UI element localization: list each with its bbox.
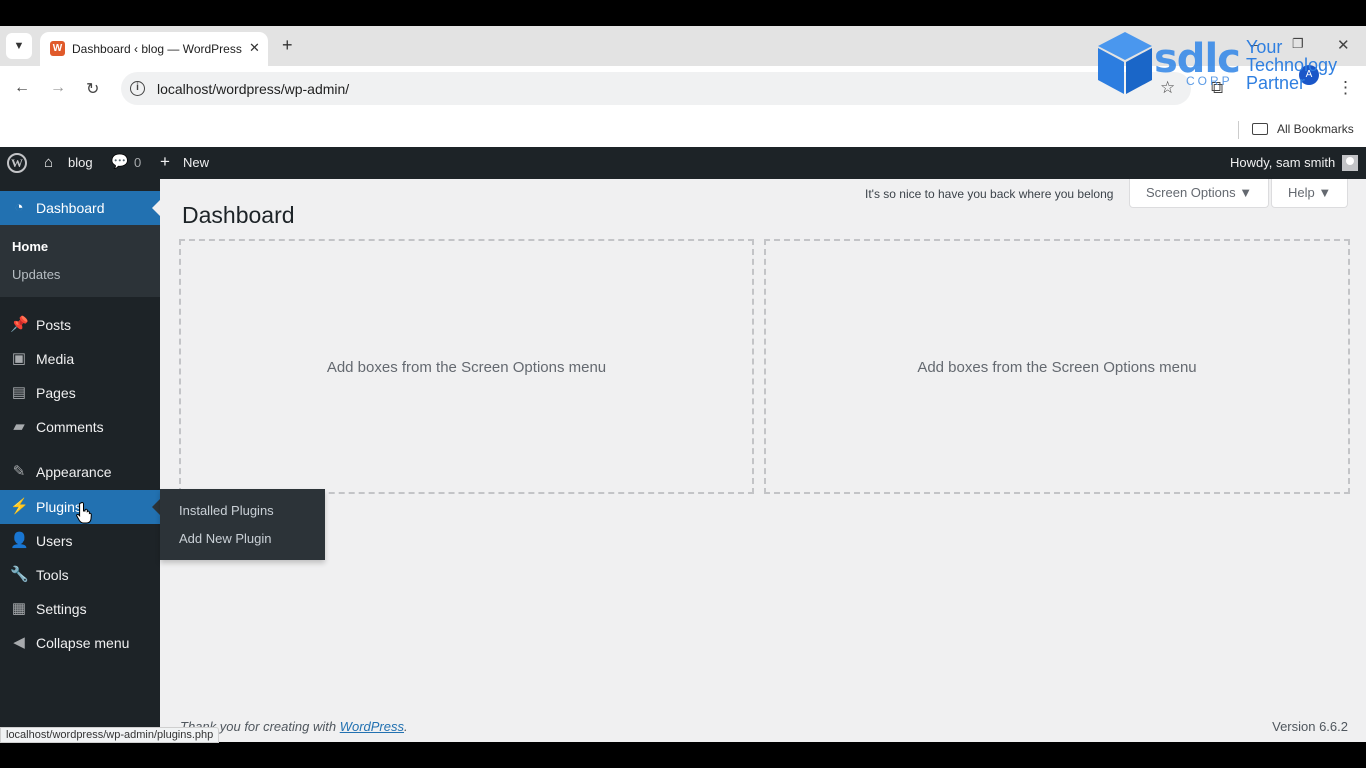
bookmarks-bar: All Bookmarks [0, 112, 1366, 147]
media-icon: ▣ [11, 350, 27, 367]
menu-comments[interactable]: ▰ Comments [0, 410, 160, 444]
menu-appearance[interactable]: ✎ Appearance [0, 455, 160, 489]
url-text[interactable]: localhost/wordpress/wp-admin/ [157, 81, 349, 97]
menu-collapse[interactable]: ◀ Collapse menu [0, 626, 160, 660]
collapse-icon: ◀ [13, 634, 25, 651]
plus-icon[interactable]: + [160, 152, 170, 172]
menu-posts[interactable]: 📌 Posts [0, 308, 160, 342]
menu-settings-label: Settings [36, 601, 87, 617]
user-icon: 👤 [10, 532, 29, 549]
wrench-icon: 🔧 [10, 566, 29, 583]
tab-search-button[interactable]: ▼ [6, 33, 32, 59]
menu-posts-label: Posts [36, 317, 72, 333]
footer-suffix: . [404, 719, 408, 734]
comment-icon: ▰ [13, 418, 25, 435]
menu-media[interactable]: ▣ Media [0, 342, 160, 376]
page-title: Dashboard [182, 202, 295, 228]
cube-logo-icon [1098, 32, 1152, 94]
flyout-add-new-plugin[interactable]: Add New Plugin [179, 531, 272, 546]
menu-appearance-label: Appearance [36, 464, 112, 480]
menu-media-label: Media [36, 351, 75, 367]
menu-users-label: Users [36, 533, 73, 549]
menu-comments-label: Comments [36, 419, 104, 435]
submenu-updates[interactable]: Updates [12, 267, 60, 282]
empty-box-message: Add boxes from the Screen Options menu [917, 359, 1197, 376]
plug-icon: ⚡ [10, 498, 29, 515]
empty-box-message: Add boxes from the Screen Options menu [326, 359, 607, 376]
folder-icon [1252, 123, 1268, 135]
browser-tab[interactable]: W Dashboard ‹ blog — WordPress ✕ [40, 32, 268, 66]
plugins-flyout-menu: Installed Plugins Add New Plugin [160, 489, 325, 560]
address-bar[interactable]: i localhost/wordpress/wp-admin/ [121, 72, 1191, 105]
menu-tools[interactable]: 🔧 Tools [0, 558, 160, 592]
hand-cursor-icon [76, 502, 92, 524]
menu-tools-label: Tools [36, 567, 69, 583]
screen: ▼ W Dashboard ‹ blog — WordPress ✕ + ← →… [0, 0, 1366, 768]
howdy-greeting[interactable]: Howdy, sam smith [1230, 155, 1335, 170]
home-icon[interactable]: ⌂ [44, 154, 53, 171]
watermark-corp: CORP [1186, 74, 1233, 88]
menu-settings[interactable]: ▦ Settings [0, 592, 160, 626]
welcome-message: It's so nice to have you back where you … [865, 187, 1114, 201]
menu-dashboard-label: Dashboard [36, 200, 105, 216]
help-button[interactable]: Help ▼ [1271, 179, 1349, 208]
settings-icon: ▦ [11, 600, 27, 617]
wp-version: Version 6.6.2 [1272, 719, 1348, 734]
site-info-icon[interactable]: i [130, 81, 145, 96]
sdlc-corp-watermark: sdlc CORP Your Technology Partner [1096, 30, 1366, 100]
pages-icon: ▤ [11, 384, 27, 401]
pushpin-icon: 📌 [10, 316, 29, 333]
user-avatar[interactable] [1342, 155, 1358, 171]
wp-admin-bar: W ⌂ blog 💬 0 + New Howdy, sam smith [0, 147, 1366, 179]
comments-count[interactable]: 0 [134, 155, 141, 170]
reload-icon[interactable]: ↻ [86, 79, 99, 99]
wordpress-link[interactable]: WordPress [340, 719, 404, 734]
comment-bubble-icon[interactable]: 💬 [111, 153, 128, 170]
new-tab-button[interactable]: + [282, 35, 293, 56]
dashboard-widget-dropzone-right: Add boxes from the Screen Options menu [764, 239, 1350, 494]
wordpress-favicon-icon: W [50, 41, 65, 56]
browser-status-url: localhost/wordpress/wp-admin/plugins.php [0, 727, 220, 743]
tab-title: Dashboard ‹ blog — WordPress [72, 42, 242, 56]
wp-content-area: It's so nice to have you back where you … [160, 179, 1366, 742]
menu-dashboard[interactable]: ◔ Dashboard [0, 191, 160, 225]
wordpress-logo-icon[interactable]: W [7, 153, 27, 173]
menu-collapse-label: Collapse menu [36, 635, 130, 651]
dashboard-widget-dropzone-left: Add boxes from the Screen Options menu [179, 239, 754, 494]
bookmarks-divider [1238, 121, 1239, 139]
menu-pages[interactable]: ▤ Pages [0, 376, 160, 410]
all-bookmarks-button[interactable]: All Bookmarks [1277, 122, 1354, 136]
new-content-link[interactable]: New [183, 155, 209, 170]
flyout-installed-plugins[interactable]: Installed Plugins [179, 503, 274, 518]
menu-pages-label: Pages [36, 385, 76, 401]
back-icon[interactable]: ← [14, 79, 30, 97]
forward-icon[interactable]: → [50, 79, 66, 97]
brush-icon: ✎ [12, 463, 26, 480]
submenu-home[interactable]: Home [12, 239, 48, 254]
screen-options-button[interactable]: Screen Options ▼ [1129, 179, 1270, 208]
site-name-link[interactable]: blog [68, 155, 93, 170]
close-tab-icon[interactable]: ✕ [249, 40, 260, 56]
menu-users[interactable]: 👤 Users [0, 524, 160, 558]
dashboard-gauge-icon: ◔ [14, 199, 24, 216]
watermark-tagline: Your Technology Partner [1246, 37, 1338, 93]
dashboard-submenu: Home Updates [0, 225, 160, 297]
